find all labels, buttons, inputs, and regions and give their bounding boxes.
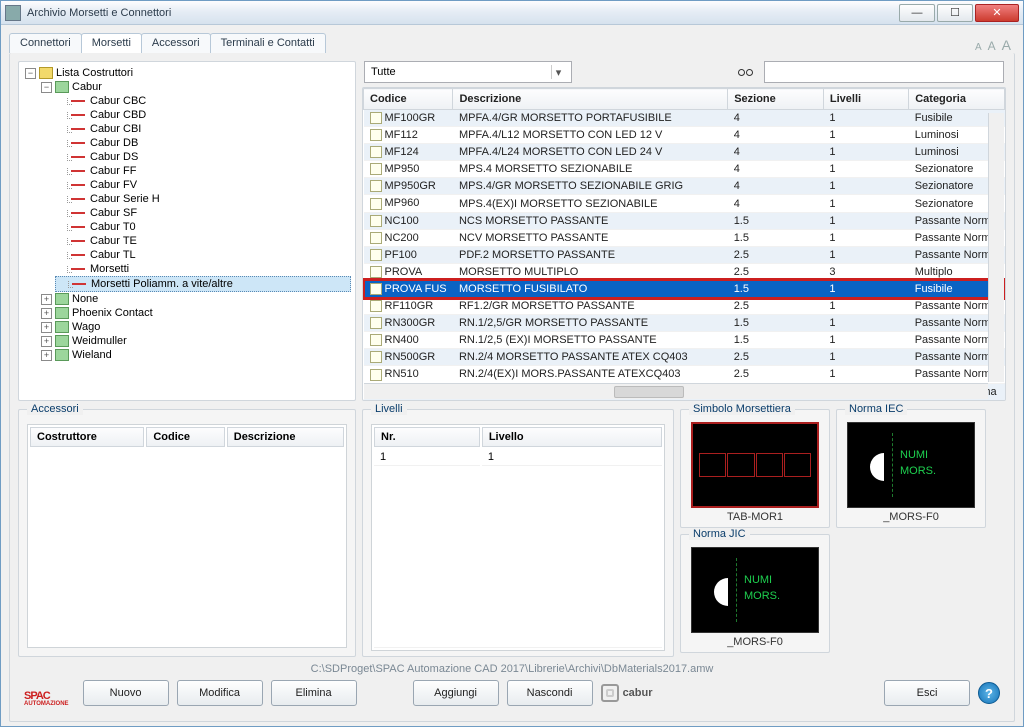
search-input[interactable]: [764, 61, 1004, 83]
accessori-grid[interactable]: CostruttoreCodiceDescrizione: [27, 424, 347, 648]
table-row[interactable]: RN400RN.1/2,5 (EX)I MORSETTO PASSANTE1.5…: [364, 332, 1005, 349]
row-icon: [370, 334, 382, 346]
db-path: C:\SDProget\SPAC Automazione CAD 2017\Li…: [18, 657, 1006, 677]
tree-item[interactable]: Cabur CBD: [55, 108, 351, 122]
tree-item[interactable]: Morsetti: [55, 262, 351, 276]
row-icon: [370, 249, 382, 261]
row-icon: [370, 163, 382, 175]
table-row[interactable]: RN300GRRN.1/2,5/GR MORSETTO PASSANTE1.51…: [364, 315, 1005, 332]
table-row[interactable]: MP950GRMPS.4/GR MORSETTO SEZIONABILE GRI…: [364, 178, 1005, 195]
tree-item[interactable]: Cabur Serie H: [55, 192, 351, 206]
row-icon: [370, 317, 382, 329]
col-header[interactable]: Livelli: [823, 89, 908, 110]
tab-morsetti[interactable]: Morsetti: [81, 33, 142, 53]
dialog-window: Archivio Morsetti e Connettori — ☐ ✕ Con…: [0, 0, 1024, 727]
table-row[interactable]: PROVAMORSETTO MULTIPLO2.53Multiplo: [364, 263, 1005, 280]
row-icon: [370, 129, 382, 141]
row-icon: [370, 266, 382, 278]
cabur-logo: cabur: [601, 682, 653, 704]
tab-connettori[interactable]: Connettori: [9, 33, 82, 53]
tree-item[interactable]: Morsetti Poliamm. a vite/altre: [55, 276, 351, 292]
chevron-down-icon: ▾: [551, 65, 565, 79]
row-icon: [370, 232, 382, 244]
row-icon: [370, 300, 382, 312]
col-header[interactable]: Sezione: [728, 89, 824, 110]
tab-accessori[interactable]: Accessori: [141, 33, 211, 53]
btn-aggiungi[interactable]: Aggiungi: [413, 680, 499, 706]
table-row[interactable]: PROVA FUSMORSETTO FUSIBILATO1.51Fusibile: [364, 280, 1005, 297]
window-title: Archivio Morsetti e Connettori: [27, 7, 899, 19]
btn-elimina[interactable]: Elimina: [271, 680, 357, 706]
row-icon: [370, 283, 382, 295]
horizontal-scrollbar[interactable]: [364, 383, 988, 399]
tree-cabur[interactable]: − Cabur: [39, 80, 351, 94]
table-row[interactable]: RF110GRRF1.2/GR MORSETTO PASSANTE2.51Pas…: [364, 298, 1005, 315]
row-icon: [370, 146, 382, 158]
manufacturer-tree[interactable]: − Lista Costruttori− Cabur Cabur CBC Cab…: [18, 61, 356, 401]
app-icon: [5, 5, 21, 21]
livelli-group: Livelli Nr.Livello 11: [362, 409, 674, 657]
tree-item[interactable]: + Wago: [39, 320, 351, 334]
tree-item[interactable]: Cabur TE: [55, 234, 351, 248]
category-filter[interactable]: Tutte ▾: [364, 61, 572, 83]
spac-logo: SPACAUTOMAZIONE: [24, 679, 69, 707]
tree-item[interactable]: + None: [39, 292, 351, 306]
table-row[interactable]: NC100NCS MORSETTO PASSANTE1.51Passante N…: [364, 212, 1005, 229]
col-header[interactable]: Descrizione: [453, 89, 728, 110]
main-tabs: ConnettoriMorsettiAccessoriTerminali e C…: [9, 33, 325, 53]
row-icon: [370, 198, 382, 210]
tree-item[interactable]: Cabur FF: [55, 164, 351, 178]
font-size-switch[interactable]: AAA: [975, 37, 1015, 53]
tree-item[interactable]: Cabur TL: [55, 248, 351, 262]
norma-jic-preview: Norma JIC NUMIMORS. _MORS-F0: [680, 534, 830, 653]
tree-item[interactable]: Cabur SF: [55, 206, 351, 220]
table-row[interactable]: MF124MPFA.4/L24 MORSETTO CON LED 24 V41L…: [364, 144, 1005, 161]
norma-iec-preview: Norma IEC NUMIMORS. _MORS-F0: [836, 409, 986, 528]
simbolo-preview: Simbolo Morsettiera TAB-MOR1: [680, 409, 830, 528]
accessori-group: Accessori CostruttoreCodiceDescrizione: [18, 409, 356, 657]
row-icon: [370, 369, 382, 381]
help-button[interactable]: ?: [978, 682, 1000, 704]
table-row[interactable]: RN510RN.2/4(EX)I MORS.PASSANTE ATEXCQ403…: [364, 366, 1005, 383]
row-icon: [370, 180, 382, 192]
tree-item[interactable]: Cabur CBI: [55, 122, 351, 136]
row-icon: [370, 351, 382, 363]
table-row[interactable]: NC200NCV MORSETTO PASSANTE1.51Passante N…: [364, 229, 1005, 246]
col-header[interactable]: Codice: [364, 89, 453, 110]
tree-item[interactable]: Cabur FV: [55, 178, 351, 192]
tree-item[interactable]: + Phoenix Contact: [39, 306, 351, 320]
parts-grid[interactable]: CodiceDescrizioneSezioneLivelliCategoria…: [362, 87, 1006, 401]
col-header[interactable]: Categoria: [909, 89, 1005, 110]
esci-button[interactable]: Esci: [884, 680, 970, 706]
tree-item[interactable]: Cabur DB: [55, 136, 351, 150]
btn-modifica[interactable]: Modifica: [177, 680, 263, 706]
close-button[interactable]: ✕: [975, 4, 1019, 22]
vertical-scrollbar[interactable]: [988, 113, 1004, 382]
table-row[interactable]: MP960MPS.4(EX)I MORSETTO SEZIONABILE41Se…: [364, 195, 1005, 212]
tree-item[interactable]: Cabur DS: [55, 150, 351, 164]
row-icon: [370, 215, 382, 227]
tree-item[interactable]: + Wieland: [39, 348, 351, 362]
titlebar[interactable]: Archivio Morsetti e Connettori — ☐ ✕: [1, 1, 1023, 25]
row-icon: [370, 112, 382, 124]
table-row[interactable]: MF100GRMPFA.4/GR MORSETTO PORTAFUSIBILE4…: [364, 110, 1005, 127]
tree-item[interactable]: + Weidmuller: [39, 334, 351, 348]
table-row[interactable]: PF100PDF.2 MORSETTO PASSANTE2.51Passante…: [364, 246, 1005, 263]
livelli-grid[interactable]: Nr.Livello 11: [371, 424, 665, 651]
tree-root[interactable]: − Lista Costruttori: [23, 66, 351, 80]
btn-nascondi[interactable]: Nascondi: [507, 680, 593, 706]
maximize-button[interactable]: ☐: [937, 4, 973, 22]
minimize-button[interactable]: —: [899, 4, 935, 22]
table-row[interactable]: RN500GRRN.2/4 MORSETTO PASSANTE ATEX CQ4…: [364, 349, 1005, 366]
binoculars-icon[interactable]: [738, 64, 756, 80]
table-row[interactable]: MF112MPFA.4/L12 MORSETTO CON LED 12 V41L…: [364, 127, 1005, 144]
tab-terminali e contatti[interactable]: Terminali e Contatti: [210, 33, 326, 53]
btn-nuovo[interactable]: Nuovo: [83, 680, 169, 706]
table-row[interactable]: MP950MPS.4 MORSETTO SEZIONABILE41Seziona…: [364, 161, 1005, 178]
tree-item[interactable]: Cabur CBC: [55, 94, 351, 108]
tree-item[interactable]: Cabur T0: [55, 220, 351, 234]
